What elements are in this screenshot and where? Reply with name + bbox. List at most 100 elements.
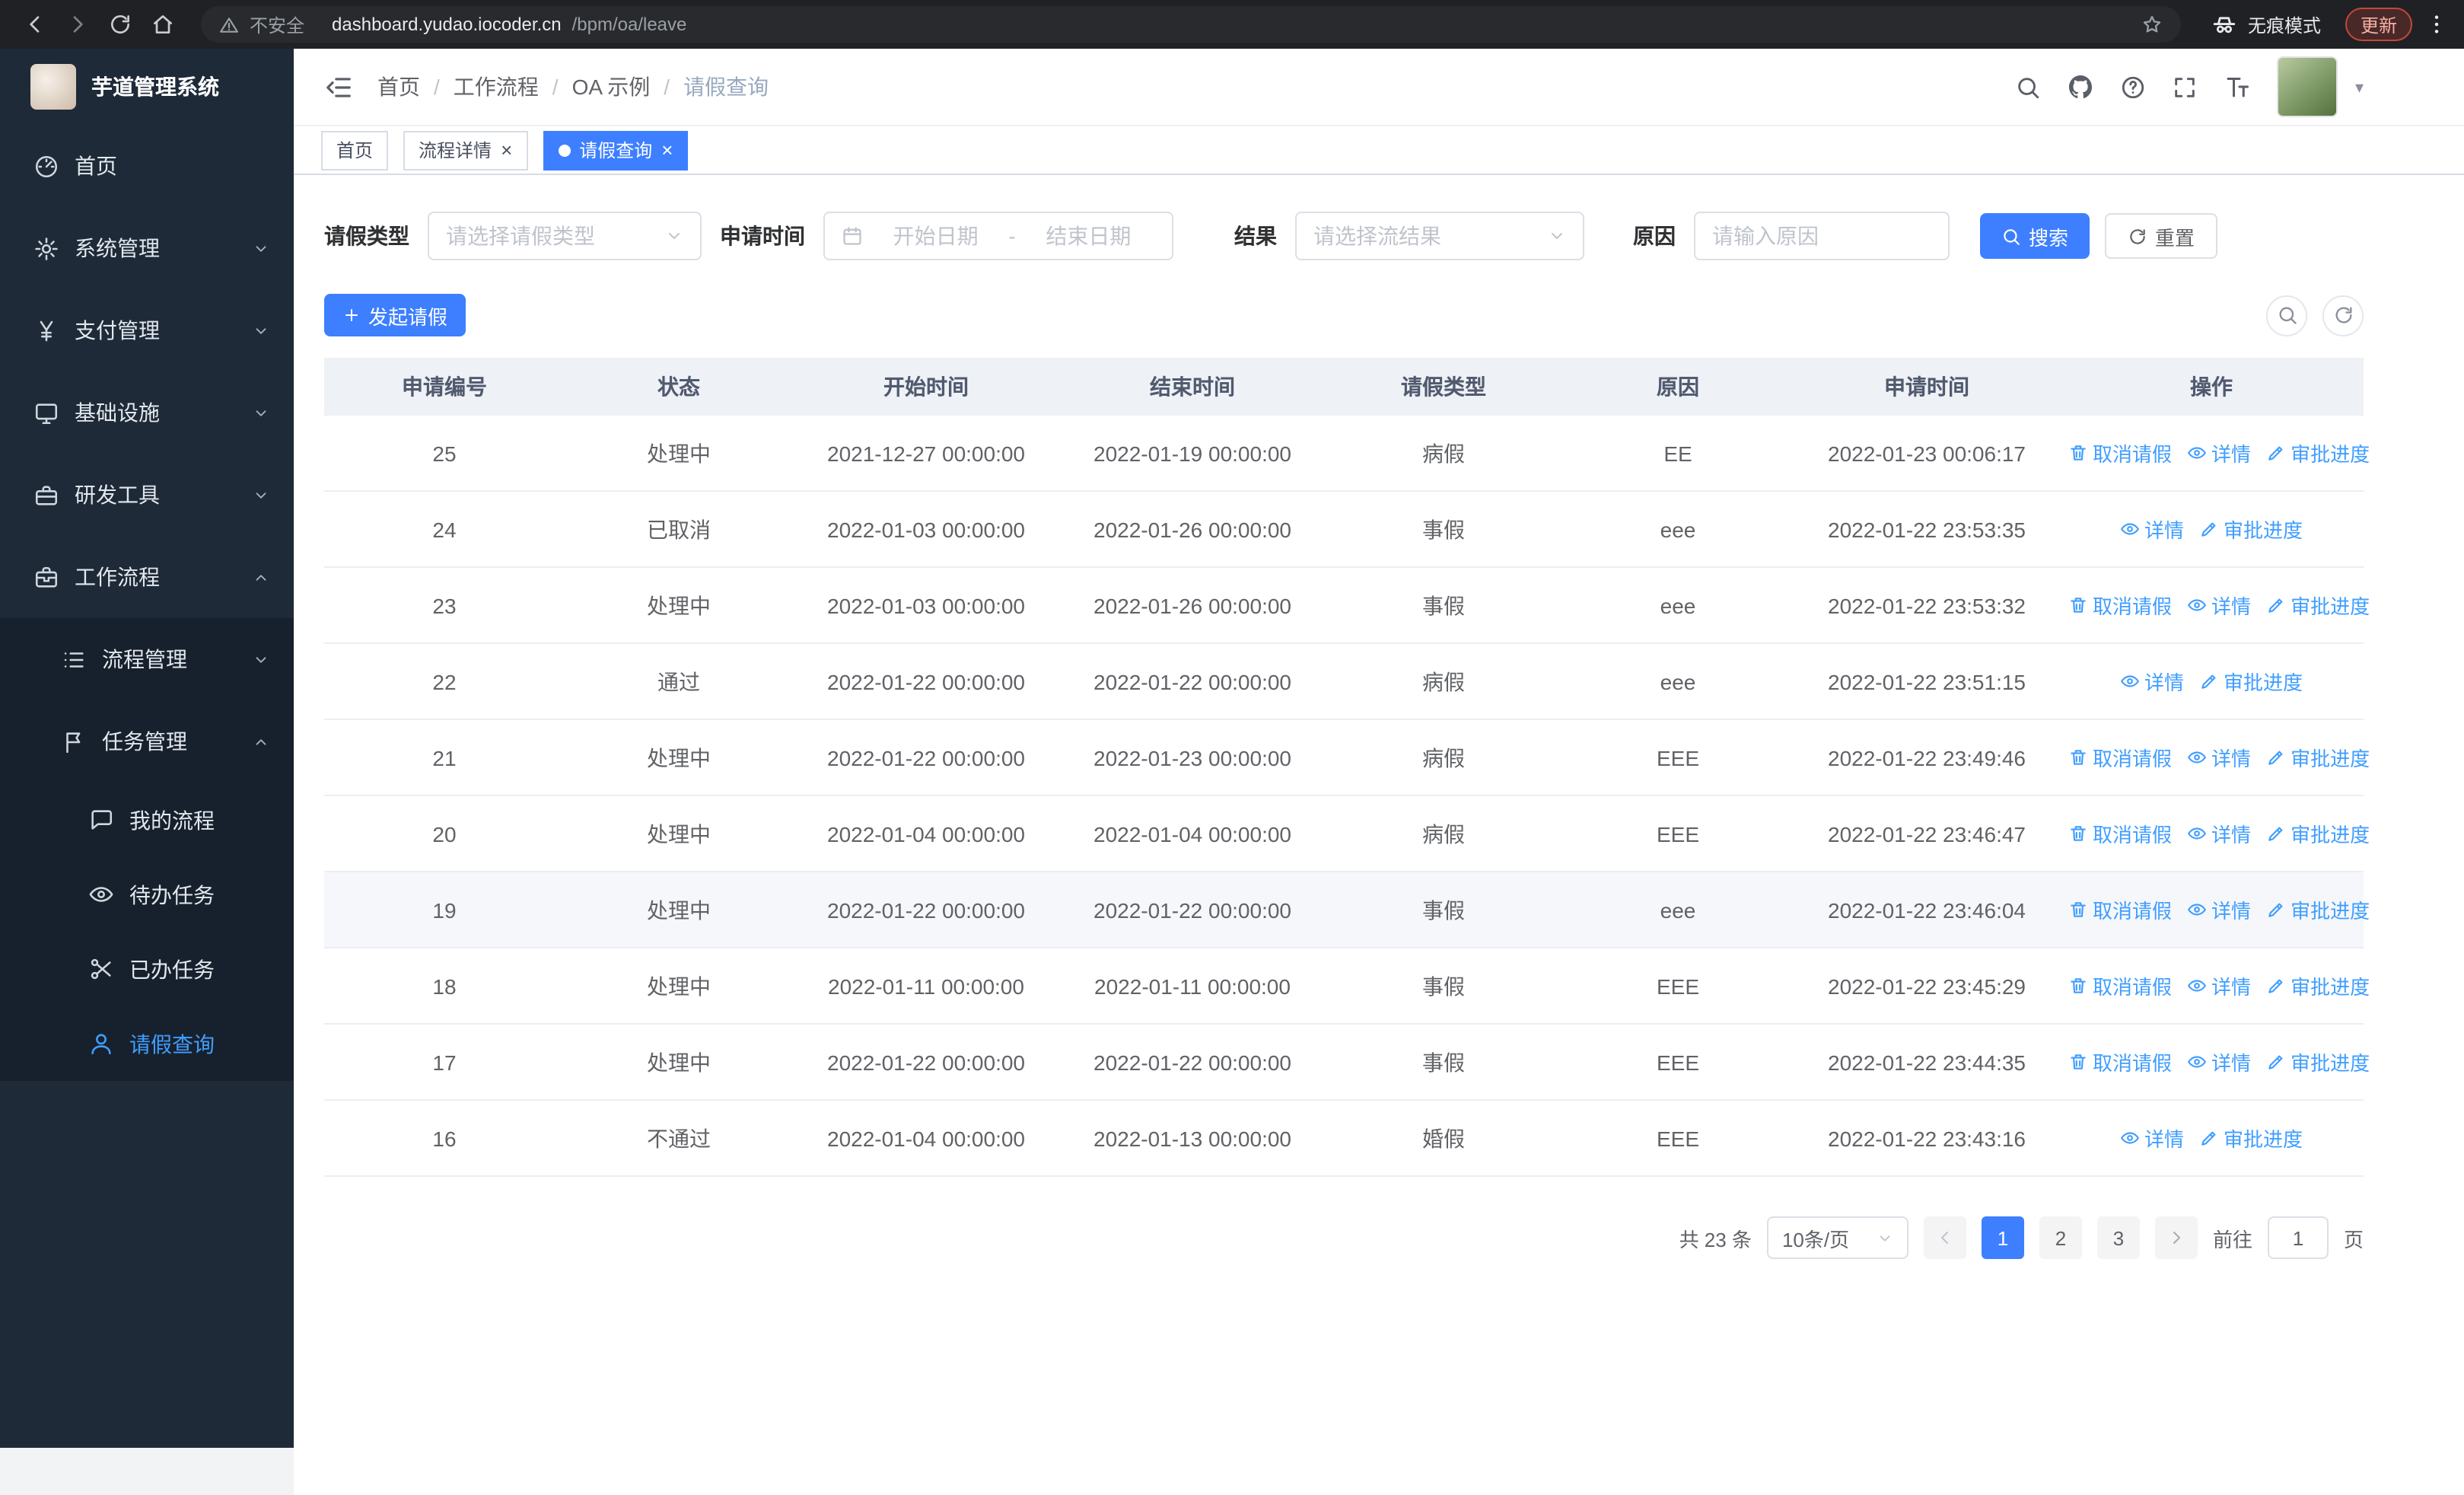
help-icon[interactable] bbox=[2121, 74, 2147, 100]
back-icon[interactable] bbox=[15, 5, 55, 44]
refresh-icon bbox=[2332, 304, 2354, 326]
incognito-badge: 无痕模式 bbox=[2211, 11, 2321, 37]
action-detail-link[interactable]: 详情 bbox=[2187, 438, 2251, 467]
action-cancel-link[interactable]: 取消请假 bbox=[2068, 1047, 2172, 1076]
sidebar-item-devtools[interactable]: 研发工具 bbox=[0, 454, 294, 536]
cell-leave-type: 事假 bbox=[1326, 1024, 1561, 1101]
fullscreen-icon[interactable] bbox=[2173, 74, 2198, 100]
close-icon[interactable]: × bbox=[661, 140, 673, 160]
action-progress-link[interactable]: 审批进度 bbox=[2266, 438, 2370, 467]
next-page-button[interactable] bbox=[2154, 1216, 2198, 1259]
sidebar-item-system[interactable]: 系统管理 bbox=[0, 207, 294, 289]
sidebar-item-infra[interactable]: 基础设施 bbox=[0, 371, 294, 454]
search-button[interactable]: 搜索 bbox=[1980, 213, 2090, 259]
reload-icon[interactable] bbox=[100, 5, 140, 44]
cell-leave-type: 事假 bbox=[1326, 491, 1561, 568]
action-progress-link[interactable]: 审批进度 bbox=[2266, 819, 2370, 848]
action-detail-link[interactable]: 详情 bbox=[2187, 743, 2251, 772]
date-end-placeholder[interactable]: 结束日期 bbox=[1022, 221, 1155, 251]
sidebar-item-done-task[interactable]: 已办任务 bbox=[0, 932, 294, 1006]
sidebar-logo[interactable]: 芋道管理系统 bbox=[0, 49, 294, 125]
avatar[interactable] bbox=[2277, 56, 2338, 117]
breadcrumb-item[interactable]: 首页 bbox=[377, 72, 420, 102]
home-icon[interactable] bbox=[143, 5, 183, 44]
trash-icon bbox=[2068, 443, 2088, 463]
tab-leave-query[interactable]: 请假查询 × bbox=[543, 130, 689, 170]
active-tab-dot bbox=[558, 144, 571, 156]
create-leave-button[interactable]: 发起请假 bbox=[324, 294, 466, 336]
browser-update-chip[interactable]: 更新 bbox=[2345, 8, 2412, 41]
total-count: 共 23 条 bbox=[1679, 1228, 1752, 1251]
table-row: 24 已取消 2022-01-03 00:00:00 2022-01-26 00:00… bbox=[324, 491, 2364, 568]
page-button-1[interactable]: 1 bbox=[1981, 1216, 2024, 1259]
global-search-icon[interactable] bbox=[2016, 74, 2042, 100]
action-progress-link[interactable]: 审批进度 bbox=[2266, 591, 2370, 620]
close-icon[interactable]: × bbox=[501, 140, 512, 160]
result-select[interactable]: 请选择流结果 bbox=[1295, 212, 1584, 260]
toggle-search-button[interactable] bbox=[2266, 295, 2307, 336]
action-cancel-link[interactable]: 取消请假 bbox=[2068, 895, 2172, 924]
table-row: 16 不通过 2022-01-04 00:00:00 2022-01-13 00:00… bbox=[324, 1100, 2364, 1177]
action-progress-link[interactable]: 审批进度 bbox=[2266, 895, 2370, 924]
reset-button[interactable]: 重置 bbox=[2105, 213, 2218, 259]
sidebar-item-process-mgmt[interactable]: 流程管理 bbox=[0, 618, 294, 700]
action-detail-link[interactable]: 详情 bbox=[2187, 591, 2251, 620]
action-cancel-link[interactable]: 取消请假 bbox=[2068, 743, 2172, 772]
sidebar-item-my-process[interactable]: 我的流程 bbox=[0, 783, 294, 857]
page-button-2[interactable]: 2 bbox=[2039, 1216, 2082, 1259]
github-icon[interactable] bbox=[2068, 73, 2095, 100]
avatar-caret-icon[interactable]: ▾ bbox=[2355, 77, 2364, 97]
action-cancel-link[interactable]: 取消请假 bbox=[2068, 819, 2172, 848]
leave-type-select[interactable]: 请选择请假类型 bbox=[428, 212, 702, 260]
action-cancel-link[interactable]: 取消请假 bbox=[2068, 591, 2172, 620]
sidebar-item-payment[interactable]: 支付管理 bbox=[0, 289, 294, 371]
action-progress-link[interactable]: 审批进度 bbox=[2199, 667, 2303, 696]
sidebar-item-home[interactable]: 首页 bbox=[0, 125, 294, 207]
browser-menu-icon[interactable] bbox=[2424, 12, 2449, 37]
collapse-sidebar-icon[interactable] bbox=[324, 72, 353, 101]
prev-page-button[interactable] bbox=[1923, 1216, 1966, 1259]
date-start-placeholder[interactable]: 开始日期 bbox=[869, 221, 1002, 251]
action-detail-link[interactable]: 详情 bbox=[2120, 515, 2184, 543]
cell-leave-type: 病假 bbox=[1326, 719, 1561, 796]
logo-image bbox=[30, 64, 76, 110]
action-detail-link[interactable]: 详情 bbox=[2187, 971, 2251, 1000]
action-detail-link[interactable]: 详情 bbox=[2187, 895, 2251, 924]
action-detail-link[interactable]: 详情 bbox=[2120, 1124, 2184, 1152]
font-size-icon[interactable] bbox=[2224, 73, 2252, 100]
eye-icon bbox=[88, 881, 114, 907]
forward-icon[interactable] bbox=[58, 5, 97, 44]
action-detail-link[interactable]: 详情 bbox=[2187, 1047, 2251, 1076]
col-start-time: 开始时间 bbox=[793, 358, 1059, 416]
breadcrumb-item[interactable]: OA 示例 bbox=[572, 72, 651, 102]
sidebar-item-leave-query[interactable]: 请假查询 bbox=[0, 1006, 294, 1081]
page-size-select[interactable]: 10条/页 bbox=[1766, 1216, 1908, 1259]
sidebar-item-todo-task[interactable]: 待办任务 bbox=[0, 857, 294, 932]
cell-apply-time: 2022-01-22 23:45:29 bbox=[1794, 948, 2059, 1025]
reason-input[interactable] bbox=[1694, 212, 1950, 260]
address-bar[interactable]: 不安全 dashboard.yudao.iocoder.cn/bpm/oa/le… bbox=[201, 6, 2181, 43]
action-cancel-link[interactable]: 取消请假 bbox=[2068, 438, 2172, 467]
sidebar-item-task-mgmt[interactable]: 任务管理 bbox=[0, 700, 294, 783]
action-cancel-link[interactable]: 取消请假 bbox=[2068, 971, 2172, 1000]
security-label[interactable]: 不安全 bbox=[250, 11, 304, 37]
breadcrumb-item[interactable]: 工作流程 bbox=[454, 72, 539, 102]
action-progress-link[interactable]: 审批进度 bbox=[2199, 1124, 2303, 1152]
action-progress-link[interactable]: 审批进度 bbox=[2199, 515, 2303, 543]
action-progress-link[interactable]: 审批进度 bbox=[2266, 743, 2370, 772]
bookmark-star-icon[interactable] bbox=[2141, 14, 2163, 35]
table-row: 19 处理中 2022-01-22 00:00:00 2022-01-22 00:00… bbox=[324, 872, 2370, 948]
action-progress-link[interactable]: 审批进度 bbox=[2266, 1047, 2370, 1076]
tab-home[interactable]: 首页 bbox=[321, 130, 389, 170]
goto-page-input[interactable] bbox=[2267, 1216, 2329, 1259]
action-detail-link[interactable]: 详情 bbox=[2120, 667, 2184, 696]
apply-time-range-picker[interactable]: 开始日期 - 结束日期 bbox=[823, 212, 1173, 260]
action-detail-link[interactable]: 详情 bbox=[2187, 819, 2251, 848]
sidebar-item-workflow[interactable]: 工作流程 bbox=[0, 536, 294, 618]
page-button-3[interactable]: 3 bbox=[2096, 1216, 2140, 1259]
cell-start-time: 2022-01-22 00:00:00 bbox=[793, 643, 1059, 720]
col-actions: 操作 bbox=[2059, 358, 2364, 416]
tab-process-detail[interactable]: 流程详情 × bbox=[403, 130, 528, 170]
refresh-table-button[interactable] bbox=[2322, 295, 2364, 336]
action-progress-link[interactable]: 审批进度 bbox=[2266, 971, 2370, 1000]
